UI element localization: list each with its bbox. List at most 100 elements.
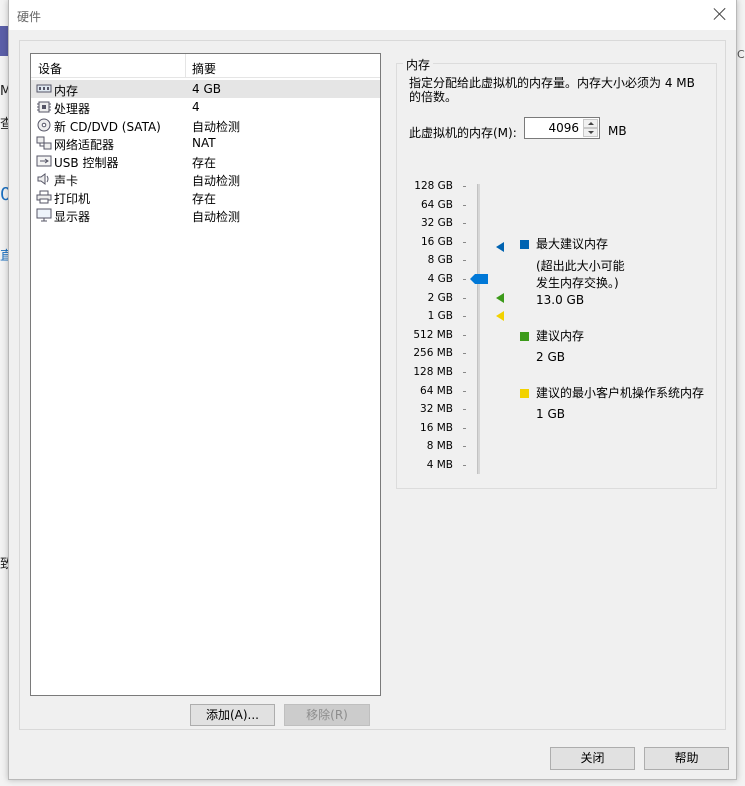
min-os-value: 1 GB bbox=[536, 407, 565, 421]
scale-tick bbox=[463, 390, 466, 392]
device-summary: 4 bbox=[192, 100, 200, 114]
device-row[interactable]: USB 控制器 存在 bbox=[31, 152, 380, 170]
memory-group: 内存 指定分配给此虚拟机的内存量。内存大小必须为 4 MB 的倍数。 此虚拟机的… bbox=[396, 56, 717, 489]
column-divider[interactable] bbox=[185, 54, 186, 78]
memory-group-label: 内存 bbox=[403, 56, 434, 73]
memory-input[interactable]: 4096 bbox=[548, 121, 579, 135]
scale-label: 512 MB bbox=[413, 328, 453, 341]
dialog-title: 硬件 bbox=[17, 10, 42, 24]
device-row[interactable]: 打印机 存在 bbox=[31, 188, 380, 206]
device-row[interactable]: 内存 4 GB bbox=[31, 80, 380, 98]
memory-icon bbox=[36, 82, 52, 96]
max-recommended-swatch bbox=[520, 240, 529, 249]
memory-spinbox[interactable]: 4096 bbox=[524, 117, 600, 139]
device-rows: 内存 4 GB 处理器 4 新 CD/DVD (SATA) 自动检测 网络适配器 NAT USB… bbox=[31, 80, 380, 224]
scale-label: 16 MB bbox=[420, 421, 453, 434]
scale-tick bbox=[463, 204, 466, 206]
memory-slider-thumb[interactable] bbox=[470, 274, 488, 284]
memory-field-label: 此虚拟机的内存(M): bbox=[409, 126, 517, 140]
memory-slider-track[interactable] bbox=[477, 184, 480, 474]
scale-tick bbox=[463, 260, 466, 262]
scale-tick bbox=[463, 316, 466, 318]
scale-tick bbox=[463, 279, 466, 280]
max-recommended-marker-icon bbox=[496, 242, 504, 253]
scale-label: 4 GB bbox=[427, 273, 453, 285]
recommended-marker-icon bbox=[496, 292, 504, 303]
scale-tick bbox=[463, 334, 466, 336]
device-summary: NAT bbox=[192, 136, 216, 150]
scale-label: 2 GB bbox=[427, 291, 453, 304]
scale-tick bbox=[463, 241, 466, 243]
scale-tick bbox=[463, 372, 466, 373]
device-name: 网络适配器 bbox=[54, 138, 115, 152]
min-os-title: 建议的最小客户机操作系统内存 bbox=[536, 386, 705, 400]
recommended-value: 2 GB bbox=[536, 350, 565, 364]
memory-spin-arrows bbox=[583, 119, 598, 137]
hardware-dialog: 硬件 设备 摘要 内存 4 GB 处理器 4 新 CD/DVD (SATA) 自动检测 网络… bbox=[8, 0, 737, 780]
processor-icon bbox=[36, 100, 52, 114]
scale-label: 1 GB bbox=[427, 310, 453, 323]
remove-device-button[interactable]: 移除(R) bbox=[284, 704, 370, 726]
scale-label: 64 GB bbox=[420, 198, 453, 211]
device-name: 新 CD/DVD (SATA) bbox=[54, 120, 161, 134]
background-text-right: C: bbox=[737, 48, 745, 61]
device-row[interactable]: 显示器 自动检测 bbox=[31, 206, 380, 224]
scale-tick bbox=[463, 409, 466, 411]
min-os-marker-icon bbox=[496, 311, 504, 322]
scale-label: 32 GB bbox=[420, 217, 453, 230]
scale-label: 8 MB bbox=[426, 440, 453, 453]
max-recommended-title: 最大建议内存 bbox=[536, 237, 609, 251]
device-summary: 自动检测 bbox=[192, 210, 241, 224]
device-name: 声卡 bbox=[54, 174, 79, 188]
device-summary: 自动检测 bbox=[192, 120, 241, 134]
scale-label: 64 MB bbox=[420, 384, 453, 397]
device-name: USB 控制器 bbox=[54, 156, 119, 170]
scale-tick bbox=[463, 427, 466, 429]
recommended-swatch bbox=[520, 332, 529, 341]
device-list[interactable]: 设备 摘要 内存 4 GB 处理器 4 新 CD/DVD (SATA) 自动检测 网络适配器… bbox=[30, 53, 381, 696]
device-row[interactable]: 新 CD/DVD (SATA) 自动检测 bbox=[31, 116, 380, 134]
memory-description: 指定分配给此虚拟机的内存量。内存大小必须为 4 MB 的倍数。 bbox=[409, 76, 695, 104]
column-header-device[interactable]: 设备 bbox=[38, 60, 62, 77]
device-row[interactable]: 处理器 4 bbox=[31, 98, 380, 116]
column-header-summary[interactable]: 摘要 bbox=[192, 60, 216, 77]
dialog-body: 设备 摘要 内存 4 GB 处理器 4 新 CD/DVD (SATA) 自动检测 网络适配器… bbox=[19, 40, 726, 730]
scale-tick bbox=[463, 297, 466, 299]
scale-label: 4 MB bbox=[426, 459, 453, 471]
scale-label: 32 MB bbox=[420, 403, 453, 416]
device-summary: 自动检测 bbox=[192, 174, 241, 188]
min-os-swatch bbox=[520, 389, 529, 398]
device-name: 显示器 bbox=[54, 210, 91, 224]
scale-tick bbox=[463, 223, 466, 225]
max-recommended-note: (超出此大小可能 发生内存交换。) bbox=[536, 259, 625, 290]
printer-icon bbox=[36, 190, 52, 204]
usb-controller-icon bbox=[36, 154, 52, 168]
add-device-button[interactable]: 添加(A)... bbox=[190, 704, 275, 726]
device-name: 内存 bbox=[54, 84, 79, 98]
device-list-header: 设备 摘要 bbox=[31, 54, 380, 78]
close-icon[interactable] bbox=[712, 6, 728, 22]
device-summary: 存在 bbox=[192, 156, 217, 170]
device-summary: 4 GB bbox=[192, 82, 221, 96]
device-name: 处理器 bbox=[54, 102, 91, 116]
spin-down-icon[interactable] bbox=[583, 128, 598, 137]
memory-unit: MB bbox=[608, 124, 627, 138]
scale-tick bbox=[463, 446, 466, 448]
scale-tick bbox=[463, 465, 466, 466]
device-row[interactable]: 声卡 自动检测 bbox=[31, 170, 380, 188]
scale-label: 256 MB bbox=[413, 347, 453, 360]
network-adapter-icon bbox=[36, 136, 52, 150]
display-icon bbox=[36, 208, 52, 222]
close-button[interactable]: 关闭 bbox=[550, 747, 635, 770]
scale-tick bbox=[463, 186, 466, 187]
device-row[interactable]: 网络适配器 NAT bbox=[31, 134, 380, 152]
spin-up-icon[interactable] bbox=[583, 119, 598, 128]
help-button[interactable]: 帮助 bbox=[644, 747, 729, 770]
scale-label: 8 GB bbox=[427, 254, 453, 267]
scale-label: 16 GB bbox=[420, 235, 453, 248]
recommended-title: 建议内存 bbox=[536, 329, 585, 343]
sound-card-icon bbox=[36, 172, 52, 186]
title-bar: 硬件 bbox=[9, 0, 736, 30]
cd-dvd-icon bbox=[36, 118, 52, 132]
device-summary: 存在 bbox=[192, 192, 217, 206]
